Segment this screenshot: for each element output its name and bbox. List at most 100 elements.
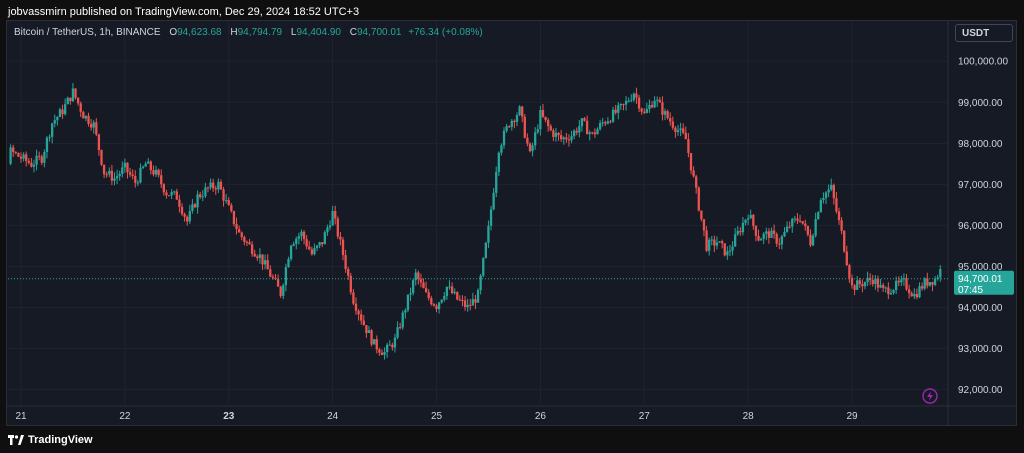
candle-body xyxy=(910,293,913,297)
candle-body xyxy=(227,200,230,206)
candle-body xyxy=(284,267,288,286)
candle-body xyxy=(931,282,934,285)
candle-body xyxy=(637,97,641,109)
candle-body xyxy=(147,161,150,164)
candle-body xyxy=(102,164,106,175)
candle-body xyxy=(822,197,825,201)
candle-body xyxy=(804,223,807,227)
change-value: +76.34 (+0.08%) xyxy=(408,27,483,38)
candle-body xyxy=(357,310,360,315)
candle-body xyxy=(79,103,82,112)
candle-body xyxy=(835,198,838,212)
candle-body xyxy=(326,227,329,233)
candle-body xyxy=(708,239,711,251)
candle-body xyxy=(830,184,833,190)
candle-body xyxy=(588,132,591,135)
candle-body xyxy=(785,226,789,232)
candlestick-chart[interactable]: 100,000.00 99,000.00 98,000.00 97,000.00 96,… xyxy=(0,0,1024,453)
candle-body xyxy=(12,147,15,152)
candle-body xyxy=(902,278,906,280)
candle-body xyxy=(682,128,685,133)
candle-body xyxy=(632,93,636,100)
candle-body xyxy=(398,327,402,329)
candle-body xyxy=(744,219,747,223)
high-value: 94,794.79 xyxy=(237,27,283,38)
candle-body xyxy=(601,122,604,124)
candle-body xyxy=(809,234,812,246)
candle-body xyxy=(289,245,293,260)
candle-body xyxy=(811,235,815,246)
candle-body xyxy=(754,225,758,236)
candle-body xyxy=(232,211,236,225)
candle-body xyxy=(354,303,358,311)
candle-body xyxy=(404,310,407,313)
candle-body xyxy=(492,192,495,210)
candle-body xyxy=(767,231,771,238)
candle-body xyxy=(121,167,124,174)
candle-body xyxy=(713,239,716,246)
candle-body xyxy=(882,285,885,288)
candle-body xyxy=(134,176,137,183)
candle-body xyxy=(593,132,597,135)
candle-body xyxy=(770,230,773,238)
candle-body xyxy=(547,120,550,127)
candle-body xyxy=(661,102,664,115)
candle-body xyxy=(113,178,116,181)
candle-body xyxy=(383,352,386,355)
y-tick-label: 98,000.00 xyxy=(958,139,1003,150)
candle-body xyxy=(513,120,516,122)
y-tick-label: 94,000.00 xyxy=(958,303,1003,314)
candle-body xyxy=(609,121,612,123)
currency-button[interactable]: USDT xyxy=(955,24,1013,42)
candle-body xyxy=(362,320,365,326)
candle-body xyxy=(370,330,373,345)
candle-body xyxy=(331,210,334,226)
candle-body xyxy=(61,109,64,115)
candle-body xyxy=(611,109,615,122)
candle-body xyxy=(118,173,121,177)
candle-body xyxy=(396,327,399,338)
candle-body xyxy=(336,218,339,237)
candle-body xyxy=(739,231,742,233)
candle-body xyxy=(721,241,724,244)
candle-body xyxy=(115,176,119,179)
candle-body xyxy=(689,153,693,171)
candle-body xyxy=(643,111,646,113)
footer-brand[interactable]: TradingView xyxy=(8,433,93,447)
candle-body xyxy=(22,154,25,159)
candle-body xyxy=(196,194,199,208)
candle-body xyxy=(832,184,835,199)
candle-body xyxy=(443,295,446,300)
x-tick-label: 23 xyxy=(223,411,235,422)
candle-body xyxy=(318,242,321,246)
candle-body xyxy=(666,111,669,119)
candle-body xyxy=(495,171,498,193)
candle-body xyxy=(191,204,194,212)
candle-body xyxy=(144,163,147,167)
lightning-icon[interactable] xyxy=(922,388,938,404)
candle-body xyxy=(534,132,537,146)
candle-body xyxy=(684,132,687,140)
candle-body xyxy=(334,210,337,219)
candle-body xyxy=(749,214,752,219)
candle-body xyxy=(256,256,259,259)
candle-body xyxy=(204,187,207,197)
candle-body xyxy=(19,156,23,159)
candle-body xyxy=(110,170,114,181)
candle-body xyxy=(411,280,415,294)
candle-body xyxy=(74,88,77,98)
candle-body xyxy=(66,97,69,105)
candle-body xyxy=(695,176,698,188)
x-tick-label: 22 xyxy=(119,411,131,422)
candle-body xyxy=(100,149,103,165)
candle-body xyxy=(448,286,451,288)
candle-body xyxy=(282,285,285,296)
candle-body xyxy=(518,106,521,116)
candle-body xyxy=(624,100,628,105)
candle-body xyxy=(575,130,578,133)
open-label: O xyxy=(169,27,178,38)
candle-body xyxy=(918,286,921,298)
candle-body xyxy=(845,251,848,266)
candle-body xyxy=(297,236,301,239)
candle-body xyxy=(853,285,856,290)
